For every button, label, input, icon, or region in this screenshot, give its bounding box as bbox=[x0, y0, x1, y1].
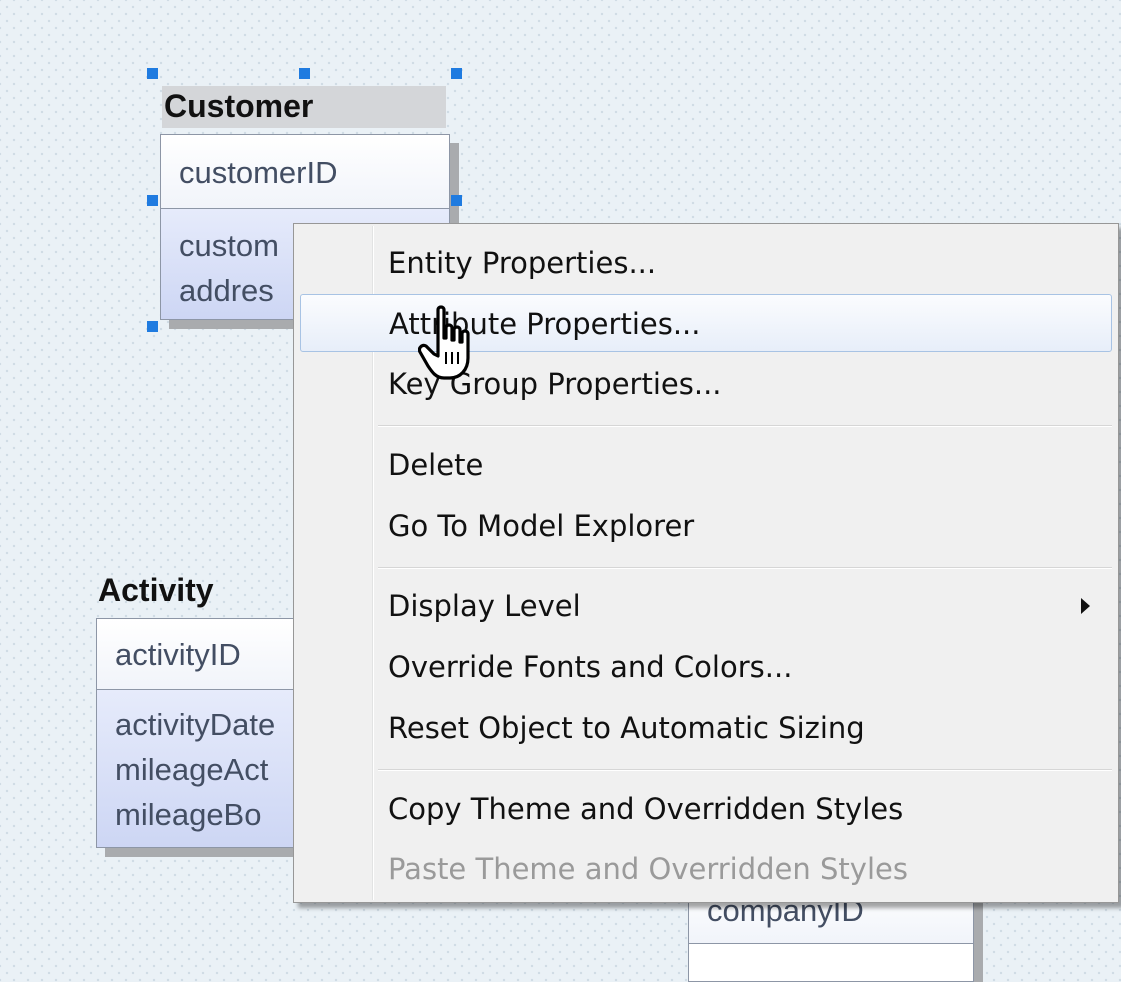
menu-item-go-to-model-explorer[interactable]: Go To Model Explorer bbox=[300, 497, 1112, 555]
menu-item-label: Reset Object to Automatic Sizing bbox=[388, 711, 865, 745]
menu-item-label: Entity Properties... bbox=[388, 246, 657, 280]
menu-item-label: Override Fonts and Colors... bbox=[388, 650, 793, 684]
menu-item-paste-theme: Paste Theme and Overridden Styles bbox=[300, 840, 1112, 898]
menu-item-display-level[interactable]: Display Level bbox=[300, 577, 1112, 635]
menu-separator bbox=[378, 769, 1112, 771]
selection-handle-top-right[interactable] bbox=[451, 68, 462, 79]
menu-item-delete[interactable]: Delete bbox=[300, 436, 1112, 494]
selection-handle-top-left[interactable] bbox=[147, 68, 158, 79]
selection-handle-bottom-left[interactable] bbox=[147, 321, 158, 332]
menu-item-reset-object-sizing[interactable]: Reset Object to Automatic Sizing bbox=[300, 699, 1112, 757]
selection-handle-top-center[interactable] bbox=[299, 68, 310, 79]
submenu-arrow-icon bbox=[1081, 598, 1090, 614]
entity-customer-title: Customer bbox=[164, 88, 314, 124]
menu-separator bbox=[378, 425, 1112, 427]
menu-item-label: Copy Theme and Overridden Styles bbox=[388, 792, 904, 826]
menu-item-entity-properties[interactable]: Entity Properties... bbox=[300, 234, 1112, 292]
menu-item-label: Delete bbox=[388, 448, 484, 482]
menu-item-label: Display Level bbox=[388, 589, 581, 623]
menu-item-label: Go To Model Explorer bbox=[388, 509, 695, 543]
key-attribute-customerid[interactable]: customerID bbox=[161, 135, 449, 208]
selection-handle-middle-right[interactable] bbox=[451, 195, 462, 206]
menu-item-copy-theme[interactable]: Copy Theme and Overridden Styles bbox=[300, 780, 1112, 838]
selection-handle-middle-left[interactable] bbox=[147, 195, 158, 206]
menu-item-label: Paste Theme and Overridden Styles bbox=[388, 852, 908, 886]
context-menu: Entity Properties... Attribute Propertie… bbox=[293, 223, 1119, 903]
menu-item-override-fonts-colors[interactable]: Override Fonts and Colors... bbox=[300, 638, 1112, 696]
entity-activity-title: Activity bbox=[98, 572, 214, 608]
hand-pointer-icon bbox=[418, 305, 470, 380]
entity-customer-key[interactable]: customerID bbox=[161, 135, 449, 209]
menu-separator bbox=[378, 567, 1112, 569]
